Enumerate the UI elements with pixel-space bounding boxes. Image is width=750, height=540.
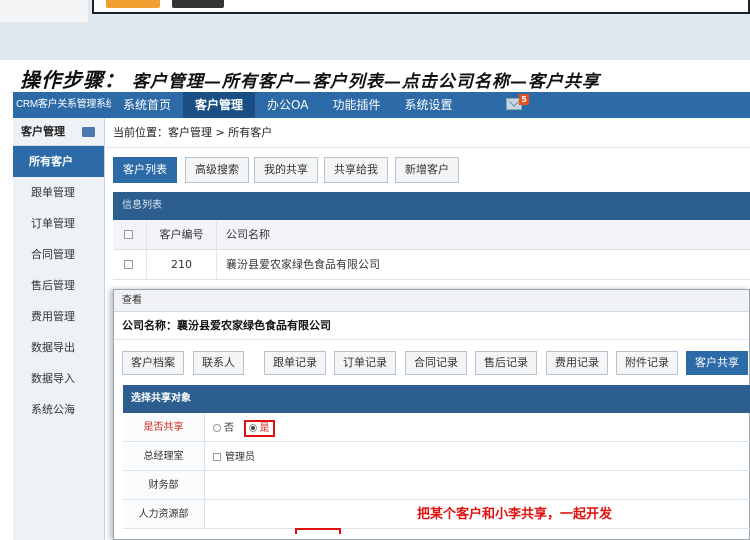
company-name-link[interactable]: 襄汾县爱农家绿色食品有限公司 (216, 250, 750, 279)
column-header-code: 客户编号 (146, 220, 216, 249)
gm-office-options: 管理员 (205, 442, 750, 470)
is-share-row: 是否共享 否 是 (123, 413, 750, 442)
company-name: 襄汾县爱农家绿色食品有限公司 (177, 319, 331, 332)
hr-row: 人力资源部 把某个客户和小李共享，一起开发 (123, 500, 750, 534)
customer-tabs: 客户列表 高级搜索 我的共享 共享给我 新增客户 (106, 150, 750, 192)
select-all-cell (113, 220, 146, 249)
company-label: 公司名称： (122, 319, 177, 332)
tab-order-records[interactable]: 订单记录 (334, 351, 396, 375)
hr-options: 把某个客户和小李共享，一起开发 (205, 500, 750, 534)
steps-prefix: 操作步骤： (20, 68, 125, 92)
share-yes-option[interactable]: 是 (243, 420, 275, 437)
tab-shared-with-me[interactable]: 共享给我 (324, 157, 388, 183)
share-target-panel: 选择共享对象 是否共享 否 是 总经理室 管理员 财务部 人力资源部 把某个客户… (123, 385, 750, 534)
tab-contract-records[interactable]: 合同记录 (405, 351, 467, 375)
sidebar-item-contracts[interactable]: 合同管理 (13, 239, 104, 270)
steps-caption: 操作步骤： 客户管理—所有客户—客户列表—点击公司名称—客户共享 (20, 64, 750, 92)
sidebar-item-after-sales[interactable]: 售后管理 (13, 270, 104, 301)
radio-yes[interactable] (248, 424, 257, 432)
customer-view-dialog: 查看 公司名称：襄汾县爱农家绿色食品有限公司 客户档案 联系人 跟单记录 订单记… (113, 289, 750, 540)
finance-label: 财务部 (123, 471, 205, 499)
nav-customer-management[interactable]: 客户管理 (183, 92, 256, 118)
sidebar-item-expenses[interactable]: 费用管理 (13, 301, 104, 332)
breadcrumb: 当前位置：客户管理 > 所有客户 (106, 118, 750, 148)
dialog-tabs: 客户档案 联系人 跟单记录 订单记录 合同记录 售后记录 费用记录 附件记录 客… (114, 340, 749, 378)
share-no-text: 否 (224, 423, 234, 434)
previous-confirm-button-fragment (106, 0, 160, 8)
share-yes-text: 是 (259, 423, 270, 434)
mail-count-badge: 5 (519, 94, 529, 105)
tab-advanced-search[interactable]: 高级搜索 (185, 157, 249, 183)
annotation-text: 把某个客户和小李共享，一起开发 (417, 507, 613, 522)
dialog-title: 查看 (114, 290, 749, 312)
sidebar-item-data-import[interactable]: 数据导入 (13, 363, 104, 394)
sidebar-title: 客户管理 (21, 125, 65, 138)
column-header-company: 公司名称 (216, 220, 750, 249)
dialog-company: 公司名称：襄汾县爱农家绿色食品有限公司 (114, 312, 749, 340)
steps-text: 客户管理—所有客户—客户列表—点击公司名称—客户共享 (131, 72, 600, 92)
gm-admin-option[interactable]: 管理员 (213, 443, 255, 472)
previous-screenshot-fragment (0, 0, 750, 60)
sidebar: 客户管理 所有客户 跟单管理 订单管理 合同管理 售后管理 费用管理 数据导出 … (13, 118, 105, 540)
share-section-title: 选择共享对象 (123, 385, 750, 413)
row-checkbox[interactable] (124, 260, 133, 269)
sidebar-collapse-icon[interactable] (82, 127, 95, 137)
info-list-panel: 信息列表 客户编号 公司名称 210 襄汾县爱农家绿色食品有限公司 (113, 192, 750, 280)
annotation-highlight-box (295, 528, 341, 534)
top-navbar: CRM客户关系管理系统 系统首页 客户管理 办公OA 功能插件 系统设置 5 (13, 92, 750, 118)
sidebar-header: 客户管理 (13, 118, 104, 146)
hr-label: 人力资源部 (123, 500, 205, 528)
tab-new-customer[interactable]: 新增客户 (395, 157, 459, 183)
tab-attachment-records[interactable]: 附件记录 (616, 351, 678, 375)
customer-code: 210 (146, 250, 216, 279)
tab-after-sales-records[interactable]: 售后记录 (475, 351, 537, 375)
tab-customer-list[interactable]: 客户列表 (113, 157, 177, 183)
info-list-title: 信息列表 (113, 192, 750, 220)
nav-plugins[interactable]: 功能插件 (320, 92, 392, 118)
tab-my-shares[interactable]: 我的共享 (254, 157, 318, 183)
admin-checkbox[interactable] (213, 453, 221, 461)
app-brand: CRM客户关系管理系统 (16, 99, 111, 110)
table-row: 210 襄汾县爱农家绿色食品有限公司 (113, 250, 750, 280)
tab-customer-profile[interactable]: 客户档案 (122, 351, 184, 375)
sidebar-item-follow-up[interactable]: 跟单管理 (13, 177, 104, 208)
nav-office-oa[interactable]: 办公OA (255, 92, 320, 118)
previous-sidebar-fragment (0, 0, 88, 22)
gm-office-row: 总经理室 管理员 (123, 442, 750, 471)
sidebar-item-data-export[interactable]: 数据导出 (13, 332, 104, 363)
tab-follow-up-records[interactable]: 跟单记录 (264, 351, 326, 375)
breadcrumb-label: 当前位置： (113, 126, 168, 139)
previous-close-button-fragment (172, 0, 224, 8)
nav-home[interactable]: 系统首页 (111, 92, 183, 118)
share-no-option[interactable]: 否 (213, 414, 234, 443)
sidebar-item-orders[interactable]: 订单管理 (13, 208, 104, 239)
tab-expense-records[interactable]: 费用记录 (546, 351, 608, 375)
finance-row: 财务部 (123, 471, 750, 500)
nav-system-settings[interactable]: 系统设置 (393, 92, 465, 118)
finance-options (205, 471, 750, 499)
tab-contacts[interactable]: 联系人 (193, 351, 244, 375)
table-header: 客户编号 公司名称 (113, 220, 750, 250)
row-select-cell (113, 250, 146, 279)
sidebar-item-all-customers[interactable]: 所有客户 (13, 146, 104, 177)
is-share-label: 是否共享 (123, 413, 205, 441)
main-nav: 系统首页 客户管理 办公OA 功能插件 系统设置 (111, 92, 465, 118)
is-share-options: 否 是 (205, 413, 750, 441)
breadcrumb-path: 客户管理 > 所有客户 (168, 126, 273, 139)
radio-no[interactable] (213, 424, 221, 432)
admin-text: 管理员 (225, 452, 255, 463)
tab-customer-share[interactable]: 客户共享 (686, 351, 748, 375)
gm-office-label: 总经理室 (123, 442, 205, 470)
sidebar-item-public-pool[interactable]: 系统公海 (13, 394, 104, 425)
select-all-checkbox[interactable] (124, 230, 133, 239)
